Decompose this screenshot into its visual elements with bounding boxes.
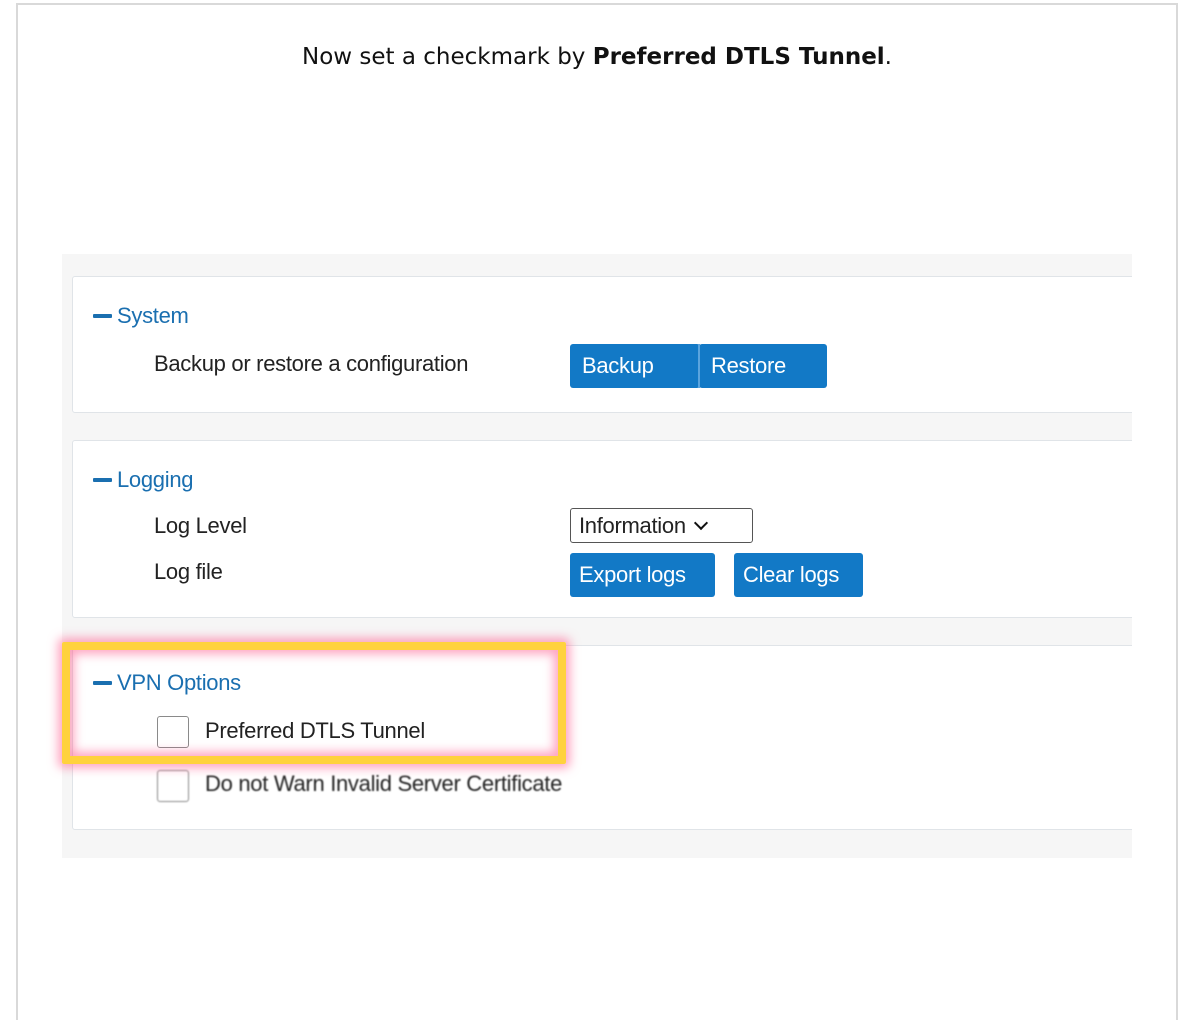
- export-logs-button[interactable]: Export logs: [570, 553, 715, 597]
- log-level-label: Log Level: [154, 513, 247, 538]
- system-title: System: [117, 303, 189, 328]
- preferred-dtls-tunnel-checkbox[interactable]: [157, 716, 189, 748]
- instruction-suffix: .: [884, 44, 892, 70]
- do-not-warn-certificate-label[interactable]: Do not Warn Invalid Server Certificate: [205, 771, 562, 797]
- logging-title: Logging: [117, 467, 194, 492]
- chevron-down-icon: [693, 515, 708, 530]
- clear-logs-button[interactable]: Clear logs: [734, 553, 863, 597]
- instruction-prefix: Now set a checkmark by: [302, 44, 593, 70]
- logging-panel: Logging Log Level Information Log file E…: [72, 440, 1132, 618]
- instruction-text: Now set a checkmark by Preferred DTLS Tu…: [0, 44, 1194, 70]
- logging-section-header[interactable]: Logging: [93, 467, 194, 493]
- restore-button[interactable]: Restore: [699, 344, 827, 388]
- settings-screenshot: System Backup or restore a configuration…: [62, 254, 1132, 858]
- minus-icon[interactable]: [93, 478, 112, 482]
- backup-restore-label: Backup or restore a configuration: [154, 351, 469, 376]
- vpn-options-title: VPN Options: [117, 670, 241, 695]
- do-not-warn-certificate-checkbox[interactable]: [157, 770, 189, 802]
- backup-button[interactable]: Backup: [570, 344, 700, 388]
- log-file-label: Log file: [154, 559, 223, 584]
- system-panel: System Backup or restore a configuration…: [72, 276, 1132, 413]
- system-section-header[interactable]: System: [93, 303, 189, 329]
- instruction-emphasis: Preferred DTLS Tunnel: [592, 44, 885, 70]
- preferred-dtls-tunnel-label[interactable]: Preferred DTLS Tunnel: [205, 718, 425, 744]
- vpn-options-section-header[interactable]: VPN Options: [93, 670, 241, 696]
- log-level-value: Information: [579, 512, 686, 538]
- log-level-select[interactable]: Information: [570, 508, 753, 543]
- button-divider: [698, 344, 700, 388]
- vpn-options-panel: VPN Options Preferred DTLS Tunnel Do not…: [72, 645, 1132, 830]
- minus-icon[interactable]: [93, 314, 112, 318]
- minus-icon[interactable]: [93, 681, 112, 685]
